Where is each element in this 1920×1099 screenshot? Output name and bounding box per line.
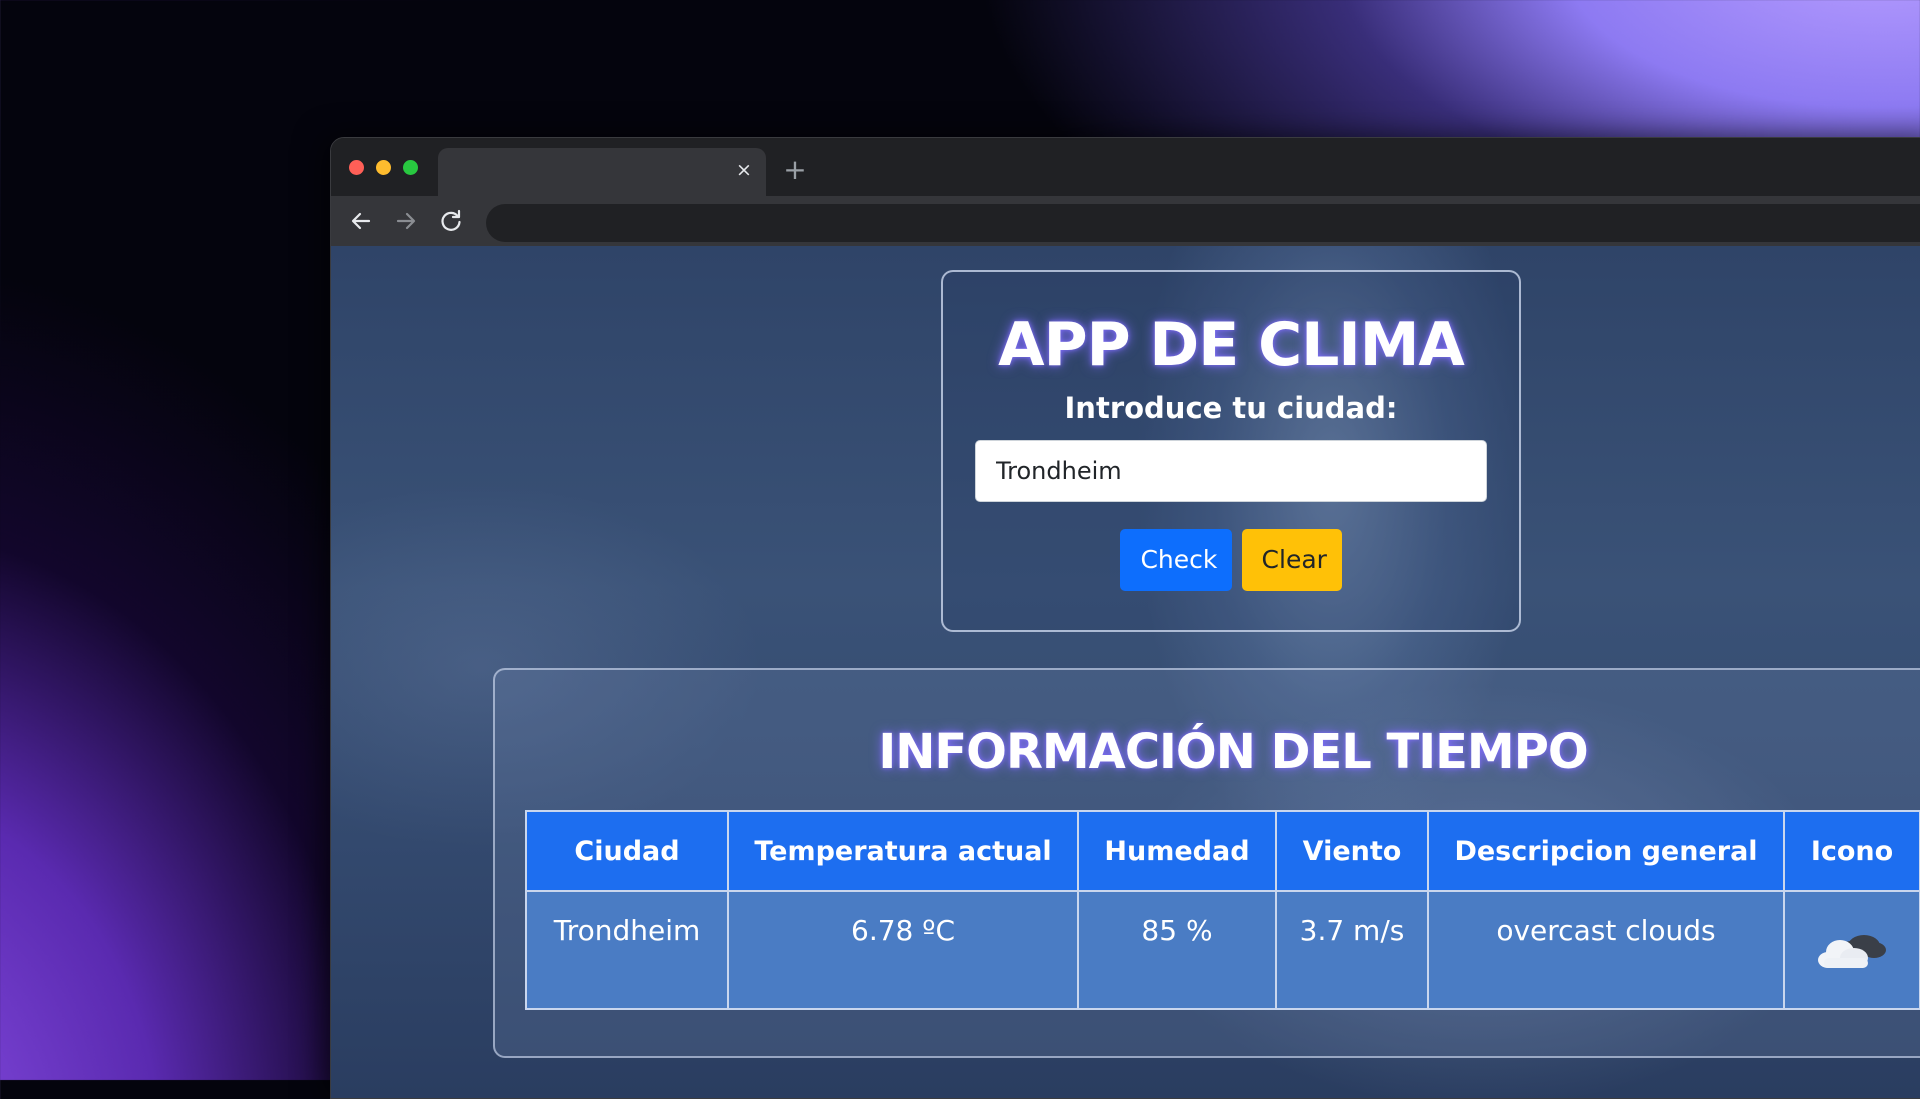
weather-info-title: INFORMACIÓN DEL TIEMPO (878, 724, 1588, 780)
browser-window: × + APP DE CLIMA Introduce tu ciudad: Ch… (330, 137, 1920, 1099)
back-arrow-icon[interactable] (347, 207, 375, 235)
city-input[interactable] (975, 440, 1487, 502)
cell-descripcion: overcast clouds (1427, 890, 1785, 1010)
header-viento: Viento (1275, 810, 1429, 892)
header-humedad: Humedad (1077, 810, 1277, 892)
cell-viento: 3.7 m/s (1275, 890, 1429, 1010)
forward-arrow-icon[interactable] (392, 207, 420, 235)
weather-table: Ciudad Temperatura actual Humedad Viento… (525, 810, 1920, 1010)
cell-temperatura: 6.78 ºC (727, 890, 1079, 1010)
button-row: Check Clear (943, 529, 1519, 591)
window-close-dot[interactable] (349, 160, 364, 175)
browser-titlebar: × + (331, 138, 1920, 196)
weather-info-card: INFORMACIÓN DEL TIEMPO Ciudad Temperatur… (493, 668, 1920, 1058)
window-minimize-dot[interactable] (376, 160, 391, 175)
cell-ciudad: Trondheim (525, 890, 729, 1010)
header-ciudad: Ciudad (525, 810, 729, 892)
city-prompt-label: Introduce tu ciudad: (1064, 391, 1398, 425)
overcast-clouds-icon (1814, 926, 1890, 976)
city-search-card: APP DE CLIMA Introduce tu ciudad: Check … (941, 270, 1521, 632)
page-viewport: APP DE CLIMA Introduce tu ciudad: Check … (331, 246, 1920, 1098)
header-icono: Icono (1783, 810, 1920, 892)
check-button[interactable]: Check (1120, 529, 1233, 591)
app-title: APP DE CLIMA (998, 310, 1465, 380)
cell-humedad: 85 % (1077, 890, 1277, 1010)
header-temperatura: Temperatura actual (727, 810, 1079, 892)
browser-toolbar (331, 196, 1920, 246)
new-tab-plus-icon[interactable]: + (781, 156, 809, 184)
window-maximize-dot[interactable] (403, 160, 418, 175)
table-header-row: Ciudad Temperatura actual Humedad Viento… (525, 810, 1920, 892)
header-descripcion: Descripcion general (1427, 810, 1785, 892)
tab-close-icon[interactable]: × (734, 160, 754, 180)
reload-icon[interactable] (437, 207, 465, 235)
browser-tab[interactable]: × (438, 148, 766, 196)
address-bar[interactable] (486, 204, 1920, 242)
cell-icono (1783, 890, 1920, 1010)
table-row: Trondheim 6.78 ºC 85 % 3.7 m/s overcast … (525, 890, 1920, 1010)
clear-button[interactable]: Clear (1241, 529, 1342, 591)
